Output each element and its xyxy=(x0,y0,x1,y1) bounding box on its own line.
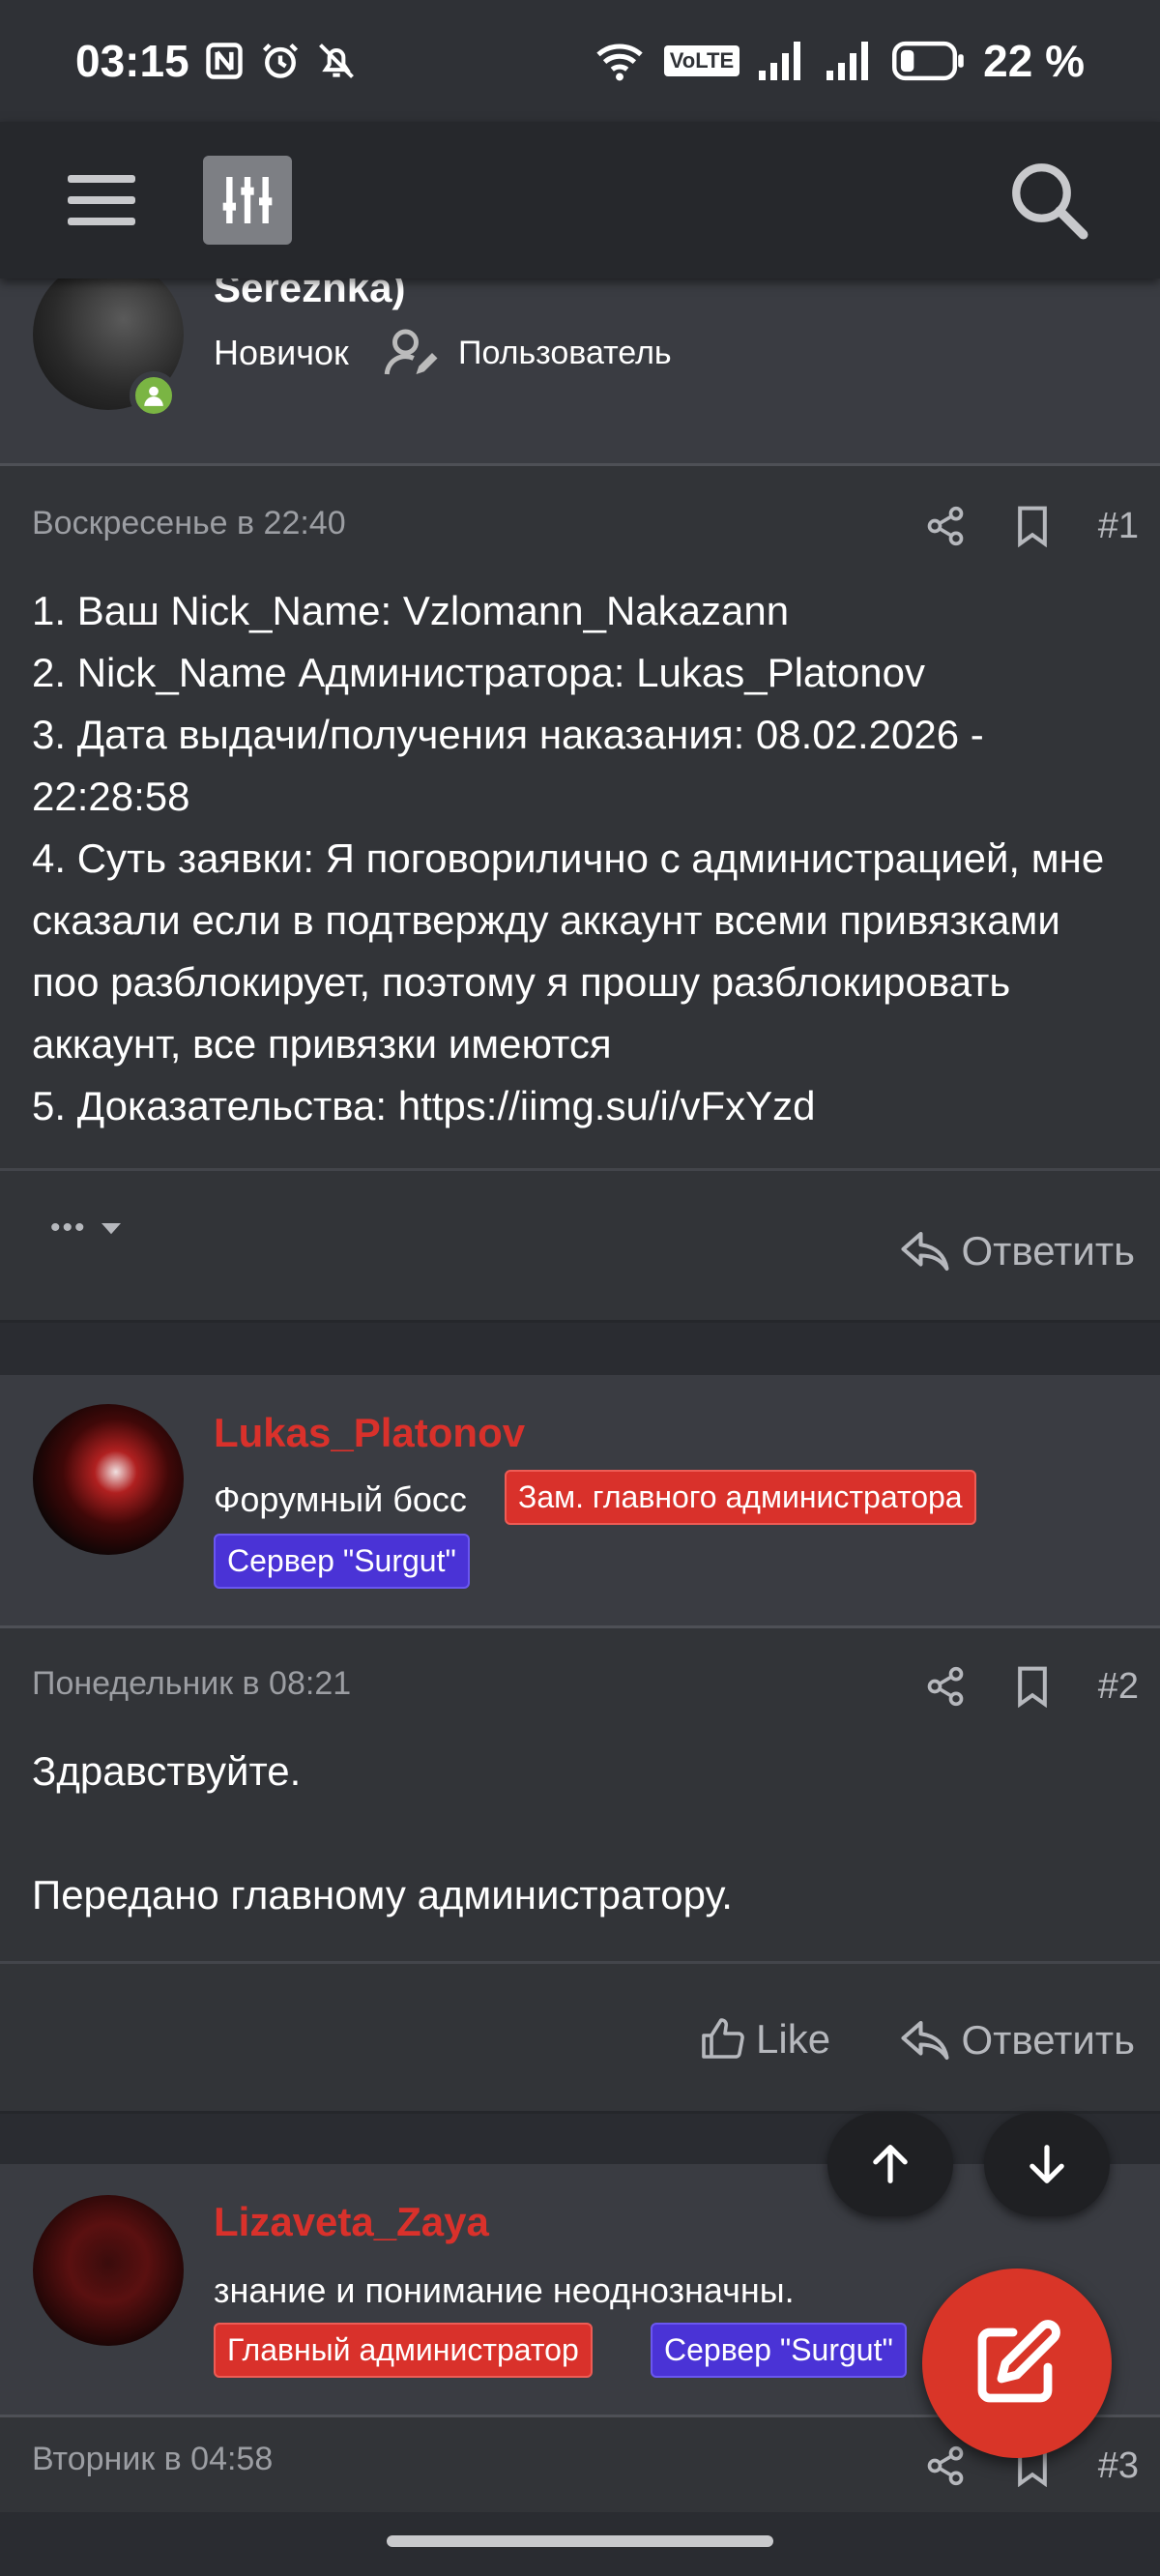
post-number[interactable]: #1 xyxy=(1098,506,1139,547)
reply-icon xyxy=(901,2020,949,2061)
bookmark-icon[interactable] xyxy=(1013,1665,1052,1708)
alarm-icon xyxy=(262,43,298,78)
post-1-body: Воскресенье в 22:40 #1 1. Ваш Nick_Name:… xyxy=(0,466,1160,1168)
arrow-up-icon xyxy=(873,2145,908,2183)
status-bar: 03:15 VoLTE 22 % xyxy=(0,0,1160,122)
post-2-body: Понедельник в 08:21 #2 Здравствуйте. Пер… xyxy=(0,1628,1160,1961)
author-name[interactable]: Lizaveta_Zaya xyxy=(214,2199,489,2245)
share-icon[interactable] xyxy=(924,1665,967,1708)
thumbs-up-icon xyxy=(702,2018,744,2059)
author-title: Форумный босс xyxy=(214,1479,467,1519)
author-role-label: Пользователь xyxy=(458,335,672,371)
post-date[interactable]: Вторник в 04:58 xyxy=(32,2441,273,2478)
battery-percent: 22 % xyxy=(983,36,1085,86)
signal-2-icon xyxy=(826,42,869,80)
signal-1-icon xyxy=(759,42,801,80)
role-badge-server: Сервер "Surgut" xyxy=(651,2323,907,2378)
wifi-icon xyxy=(596,44,643,81)
post-date[interactable]: Воскресенье в 22:40 xyxy=(32,505,346,542)
author-name[interactable]: Lukas_Platonov xyxy=(214,1410,525,1456)
post-text: 1. Ваш Nick_Name: Vzlomann_Nakazann 2. N… xyxy=(32,588,1105,1128)
gesture-handle[interactable] xyxy=(387,2535,773,2547)
more-options-button[interactable]: ••• xyxy=(50,1212,126,1244)
post-actions: #1 xyxy=(924,505,1139,547)
reply-button[interactable]: Ответить xyxy=(899,2016,1135,2064)
post-text: Здравствуйте. Передано главному админист… xyxy=(32,1748,733,1917)
reply-button[interactable]: Ответить xyxy=(899,1227,1135,1275)
role-badge-server: Сервер "Surgut" xyxy=(214,1534,470,1589)
avatar[interactable] xyxy=(33,1404,184,1555)
post-number[interactable]: #2 xyxy=(1098,1666,1139,1708)
online-status-icon xyxy=(130,371,178,420)
mute-bell-icon xyxy=(318,44,354,78)
edit-pencil-icon xyxy=(977,2320,1060,2403)
chevron-down-icon xyxy=(101,1223,121,1235)
arrow-down-icon xyxy=(1030,2145,1064,2183)
bookmark-icon[interactable] xyxy=(1013,505,1052,547)
volte-badge: VoLTE xyxy=(663,45,740,76)
user-edit-icon xyxy=(384,329,438,375)
post-date[interactable]: Понедельник в 08:21 xyxy=(32,1665,351,1703)
post-actions: #2 xyxy=(924,1665,1139,1708)
filter-sliders-icon[interactable] xyxy=(203,156,292,245)
post-number[interactable]: #3 xyxy=(1098,2445,1139,2487)
compose-reply-button[interactable] xyxy=(922,2269,1112,2458)
avatar[interactable] xyxy=(33,2195,184,2346)
reply-icon xyxy=(901,1231,949,1272)
post-1-footer: ••• Ответить xyxy=(0,1168,1160,1323)
hamburger-menu-icon[interactable] xyxy=(68,163,141,237)
author-title: знание и понимание неоднозначны. xyxy=(214,2270,795,2310)
post-2-footer: Like Ответить xyxy=(0,1961,1160,2114)
share-icon[interactable] xyxy=(924,2444,967,2487)
nfc-icon xyxy=(205,43,243,79)
like-button[interactable]: Like xyxy=(700,2016,830,2063)
post-1-author-block: Sereznka) Новичок Пользователь xyxy=(0,259,1160,466)
status-time: 03:15 xyxy=(75,36,189,86)
app-bar xyxy=(0,122,1160,278)
role-badge-deputy-admin: Зам. главного администратора xyxy=(505,1470,976,1525)
author-title: Новичок xyxy=(214,333,349,372)
share-icon[interactable] xyxy=(924,505,967,547)
scroll-up-button[interactable] xyxy=(827,2112,953,2216)
scroll-down-button[interactable] xyxy=(984,2112,1110,2216)
search-icon[interactable] xyxy=(1005,157,1092,244)
role-badge-chief-admin: Главный администратор xyxy=(214,2323,593,2378)
post-separator xyxy=(0,1323,1160,1375)
battery-icon xyxy=(892,41,964,81)
post-2-author-block: Lukas_Platonov Форумный босс Зам. главно… xyxy=(0,1375,1160,1628)
